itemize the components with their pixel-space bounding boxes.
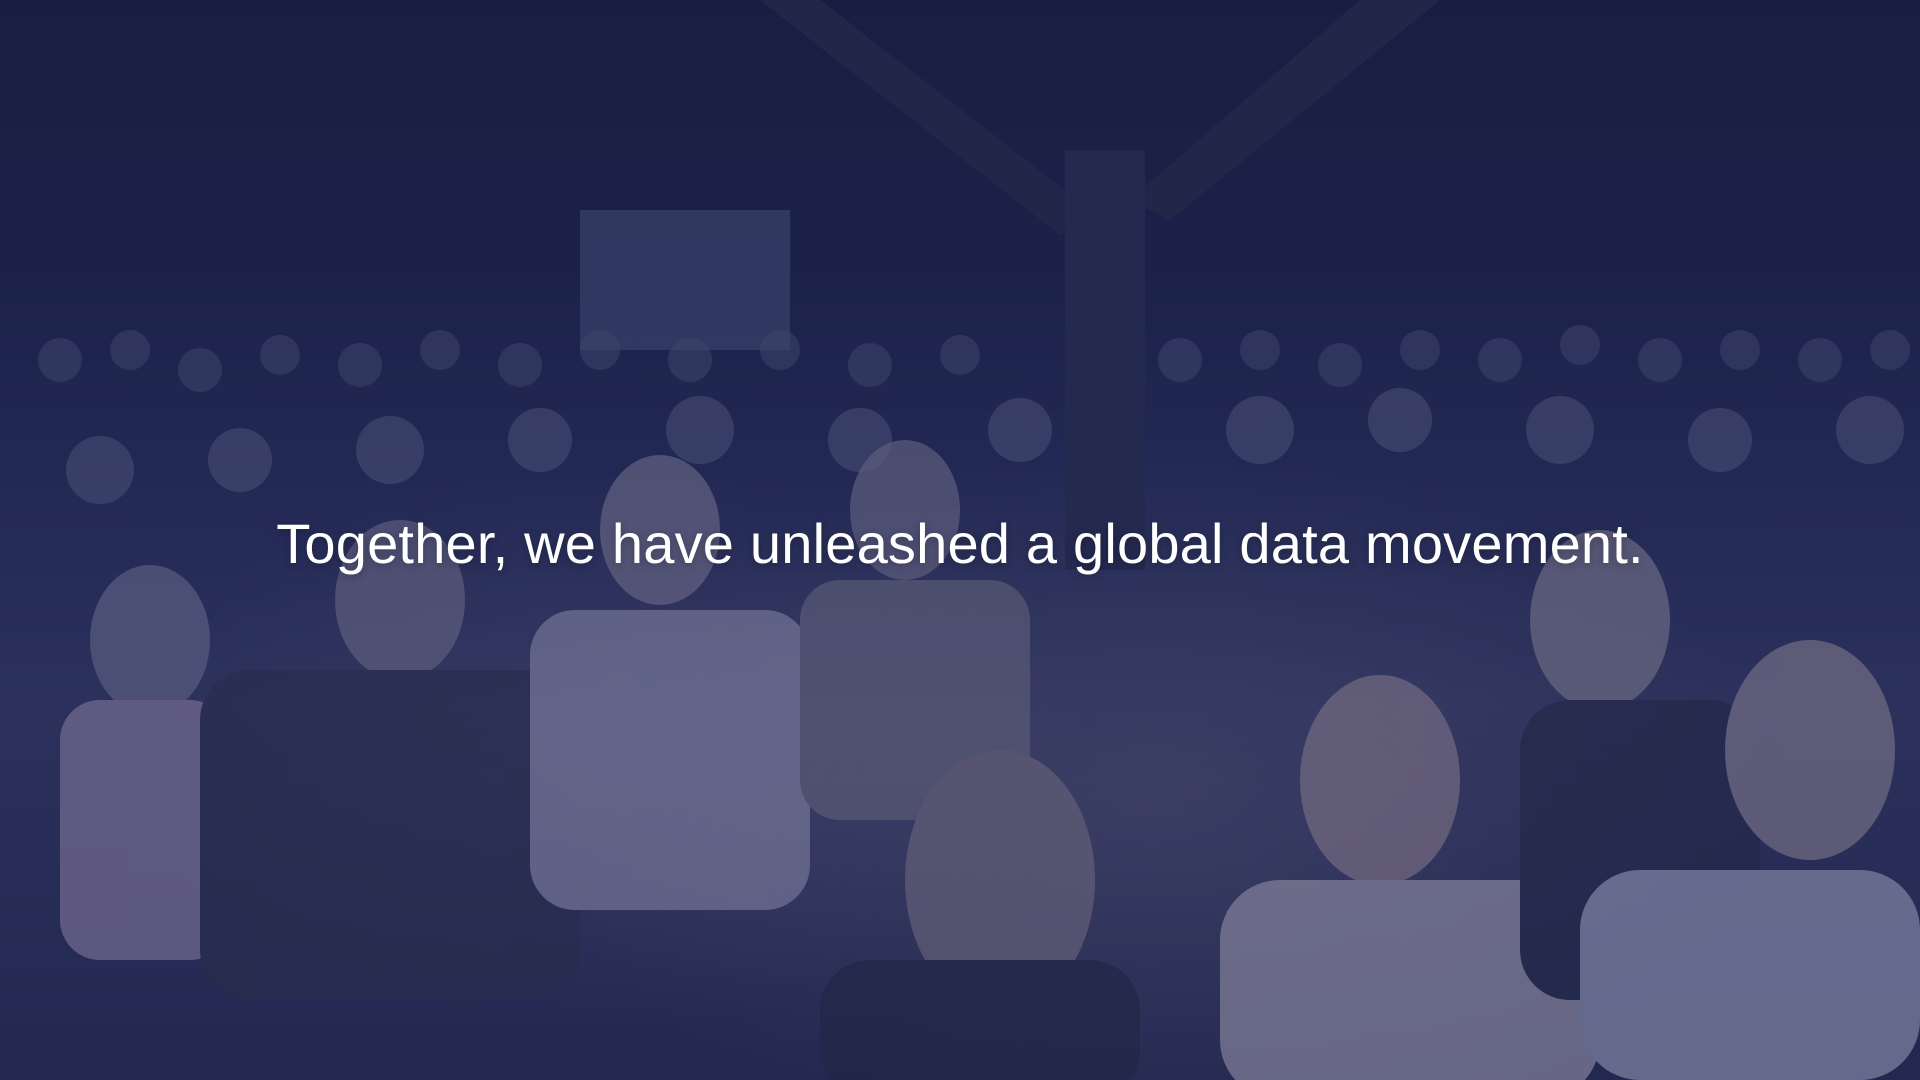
hero-headline: Together, we have unleashed a global dat…: [276, 512, 1644, 575]
hero-section: Together, we have unleashed a global dat…: [0, 0, 1920, 1080]
